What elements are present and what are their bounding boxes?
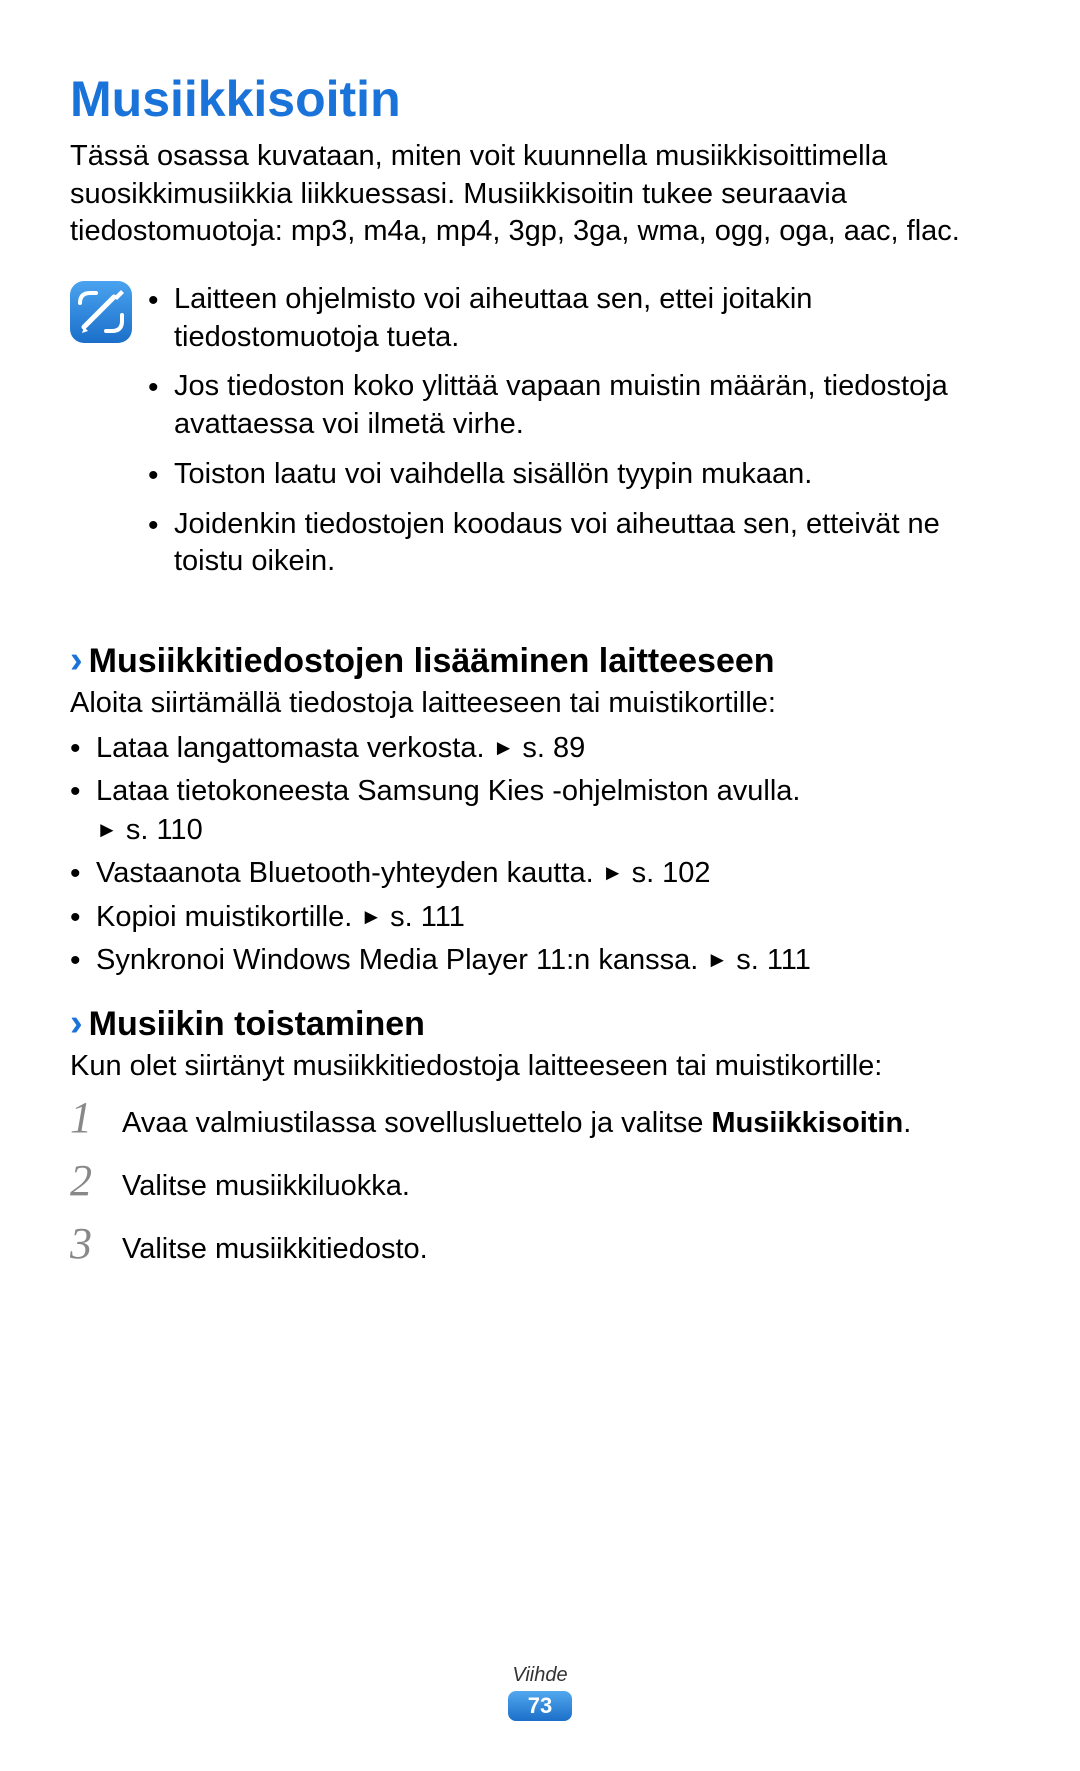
step-text-post: . bbox=[903, 1107, 911, 1139]
chevron-right-icon: › bbox=[70, 1002, 83, 1045]
section-intro: Kun olet siirtänyt musiikkitiedostoja la… bbox=[70, 1047, 1010, 1086]
note-item: Joidenkin tiedostojen koodaus voi aiheut… bbox=[148, 506, 1010, 581]
section-heading-add-files: › Musiikkitiedostojen lisääminen laittee… bbox=[70, 639, 1010, 682]
section-heading-label: Musiikkitiedostojen lisääminen laitteese… bbox=[89, 642, 775, 681]
note-block: Laitteen ohjelmisto voi aiheuttaa sen, e… bbox=[70, 275, 1010, 617]
page-reference: s. 89 bbox=[522, 732, 585, 764]
document-page: Musiikkisoitin Tässä osassa kuvataan, mi… bbox=[0, 0, 1080, 1771]
footer-section-label: Viihde bbox=[0, 1664, 1080, 1687]
reference-arrow-icon: ► bbox=[493, 733, 515, 763]
reference-arrow-icon: ► bbox=[706, 945, 728, 975]
reference-arrow-icon: ► bbox=[360, 902, 382, 932]
step-number: 1 bbox=[70, 1096, 114, 1140]
note-item: Jos tiedoston koko ylittää vapaan muisti… bbox=[148, 368, 1010, 443]
list-item-text: Lataa langattomasta verkosta. bbox=[96, 732, 485, 764]
note-list: Laitteen ohjelmisto voi aiheuttaa sen, e… bbox=[148, 275, 1010, 593]
step-number: 3 bbox=[70, 1222, 114, 1266]
list-item: Lataa tietokoneesta Samsung Kies -ohjelm… bbox=[70, 772, 1010, 850]
step-text-bold: Musiikkisoitin bbox=[711, 1107, 903, 1139]
page-number-badge: 73 bbox=[508, 1691, 572, 1721]
page-reference: s. 111 bbox=[736, 944, 811, 976]
step-item: 1 Avaa valmiustilassa sovellusluettelo j… bbox=[70, 1096, 1010, 1143]
list-item-text: Kopioi muistikortille. bbox=[96, 901, 352, 933]
step-item: 2 Valitse musiikkiluokka. bbox=[70, 1159, 1010, 1206]
section-heading-label: Musiikin toistaminen bbox=[89, 1005, 425, 1044]
step-text: Valitse musiikkitiedosto. bbox=[122, 1222, 1010, 1269]
page-reference: s. 102 bbox=[632, 857, 711, 889]
note-item: Laitteen ohjelmisto voi aiheuttaa sen, e… bbox=[148, 281, 1010, 356]
step-text-pre: Avaa valmiustilassa sovellusluettelo ja … bbox=[122, 1107, 711, 1139]
reference-arrow-icon: ► bbox=[96, 815, 118, 845]
list-item: Synkronoi Windows Media Player 11:n kans… bbox=[70, 941, 1010, 980]
list-item: Vastaanota Bluetooth-yhteyden kautta. ► … bbox=[70, 854, 1010, 893]
step-text-pre: Valitse musiikkitiedosto. bbox=[122, 1233, 428, 1265]
chevron-right-icon: › bbox=[70, 639, 83, 682]
page-reference: s. 111 bbox=[390, 901, 465, 933]
page-footer: Viihde 73 bbox=[0, 1664, 1080, 1721]
note-icon bbox=[70, 281, 132, 343]
step-item: 3 Valitse musiikkitiedosto. bbox=[70, 1222, 1010, 1269]
list-item-text: Vastaanota Bluetooth-yhteyden kautta. bbox=[96, 857, 594, 889]
step-number: 2 bbox=[70, 1159, 114, 1203]
list-item: Lataa langattomasta verkosta. ► s. 89 bbox=[70, 729, 1010, 768]
list-item: Kopioi muistikortille. ► s. 111 bbox=[70, 898, 1010, 937]
page-reference: s. 110 bbox=[126, 814, 203, 846]
list-item-text: Lataa tietokoneesta Samsung Kies -ohjelm… bbox=[96, 775, 800, 807]
intro-paragraph: Tässä osassa kuvataan, miten voit kuunne… bbox=[70, 138, 1010, 251]
list-item-text: Synkronoi Windows Media Player 11:n kans… bbox=[96, 944, 698, 976]
section-heading-play-music: › Musiikin toistaminen bbox=[70, 1002, 1010, 1045]
step-text: Avaa valmiustilassa sovellusluettelo ja … bbox=[122, 1096, 1010, 1143]
page-title: Musiikkisoitin bbox=[70, 70, 1010, 128]
steps-list: 1 Avaa valmiustilassa sovellusluettelo j… bbox=[70, 1096, 1010, 1269]
step-text-pre: Valitse musiikkiluokka. bbox=[122, 1170, 410, 1202]
add-files-list: Lataa langattomasta verkosta. ► s. 89 La… bbox=[70, 729, 1010, 980]
step-text: Valitse musiikkiluokka. bbox=[122, 1159, 1010, 1206]
reference-arrow-icon: ► bbox=[602, 858, 624, 888]
note-item: Toiston laatu voi vaihdella sisällön tyy… bbox=[148, 456, 1010, 494]
section-intro: Aloita siirtämällä tiedostoja laitteesee… bbox=[70, 684, 1010, 723]
